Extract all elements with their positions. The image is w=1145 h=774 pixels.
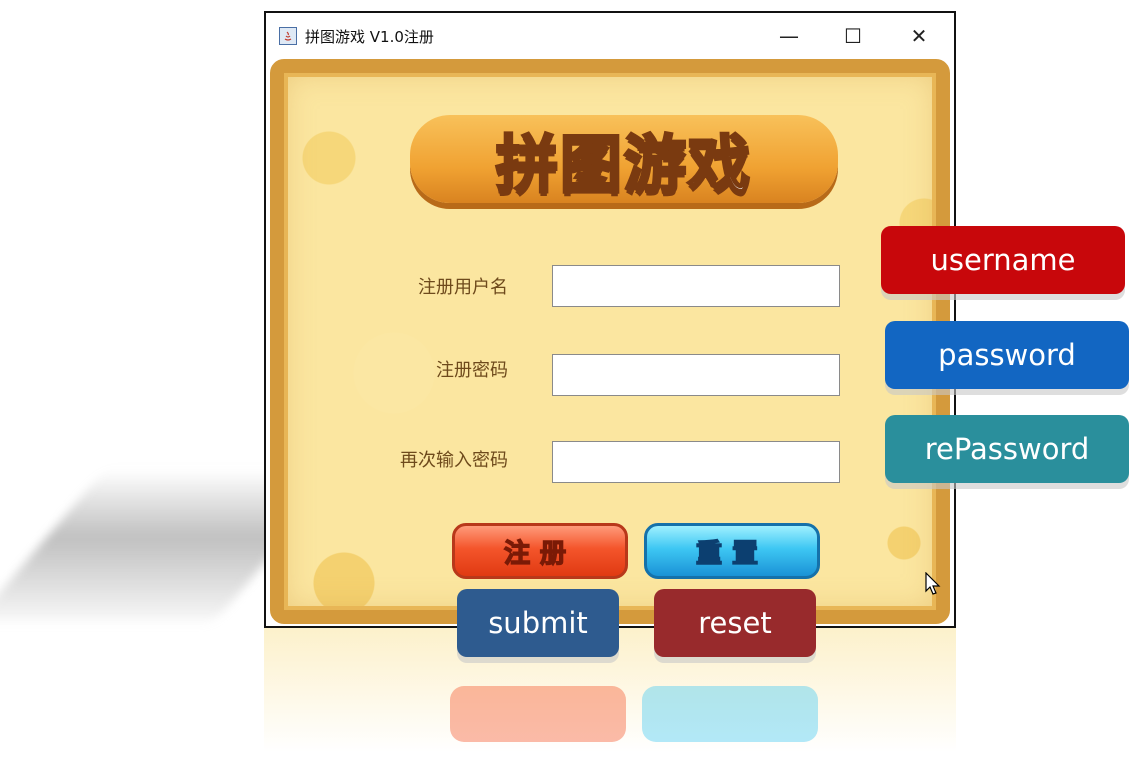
maximize-button[interactable]: ☐ <box>830 13 876 59</box>
game-logo: 拼图游戏 <box>494 127 752 203</box>
password-annotation-tag: password <box>885 321 1129 389</box>
minimize-button[interactable]: — <box>766 13 812 59</box>
reset-button[interactable]: 重置 <box>644 523 820 579</box>
submit-annotation-tag: submit <box>457 589 619 657</box>
register-button[interactable]: 注册 <box>452 523 628 579</box>
repassword-input[interactable] <box>552 441 840 483</box>
username-input[interactable] <box>552 265 840 307</box>
game-board-background: 拼图游戏 注册用户名 注册密码 再次输入密码 注册 重置 <box>270 59 950 624</box>
window-title: 拼图游戏 V1.0注册 <box>305 27 434 46</box>
repassword-annotation-tag: rePassword <box>885 415 1129 483</box>
username-annotation-tag: username <box>881 226 1125 294</box>
register-button-reflection <box>450 686 626 742</box>
repassword-label: 再次输入密码 <box>400 450 508 471</box>
mouse-cursor-icon <box>925 572 941 595</box>
password-input[interactable] <box>552 354 840 396</box>
username-label: 注册用户名 <box>418 277 508 298</box>
register-window: 拼图游戏 V1.0注册 — ☐ ✕ 拼图游戏 注册用户名 注册密码 再次输入密码… <box>264 11 956 628</box>
reset-button-reflection <box>642 686 818 742</box>
java-app-icon <box>279 27 297 45</box>
reset-annotation-tag: reset <box>654 589 816 657</box>
password-label: 注册密码 <box>436 360 508 381</box>
title-bar: 拼图游戏 V1.0注册 — ☐ ✕ <box>266 13 954 59</box>
close-button[interactable]: ✕ <box>896 13 942 59</box>
